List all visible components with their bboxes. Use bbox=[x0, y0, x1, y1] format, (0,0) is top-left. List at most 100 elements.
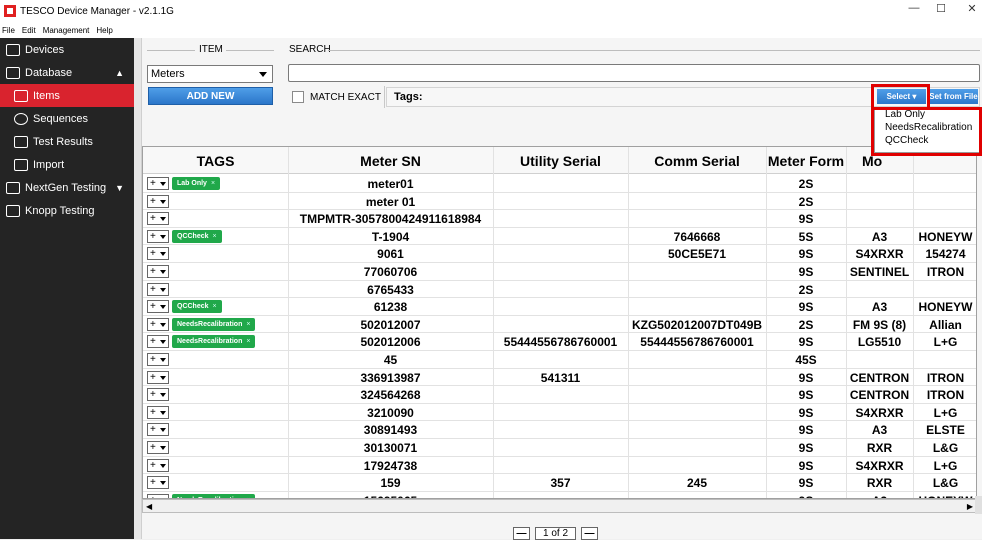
remove-tag-icon[interactable]: × bbox=[246, 321, 250, 328]
chevron-down-icon: ▼ bbox=[115, 183, 124, 193]
match-exact-label: MATCH EXACT bbox=[310, 92, 381, 103]
sidebar-item-label: Knopp Testing bbox=[25, 205, 95, 217]
table-row[interactable]: +3245642689SCENTRONITRON bbox=[143, 386, 977, 404]
comm-serial-cell: KZG502012007DT049B bbox=[628, 318, 766, 332]
column-header-utility-serial[interactable]: Utility Serial bbox=[493, 153, 628, 169]
sidebar-item-nextgen-testing[interactable]: NextGen Testing ▼ bbox=[0, 176, 134, 199]
items-table: TAGS Meter SN Utility Serial Comm Serial… bbox=[142, 146, 977, 499]
meter-form-cell: 2S bbox=[766, 177, 846, 191]
add-tag-button[interactable]: + bbox=[147, 177, 169, 190]
table-row[interactable]: +NeedsRecalibration×156950659SA3HONEYW bbox=[143, 492, 977, 499]
model-cell: CENTRON bbox=[846, 371, 913, 385]
menu-management[interactable]: Management bbox=[43, 26, 90, 35]
tag-badge: QCCheck× bbox=[172, 230, 222, 243]
add-tag-button[interactable]: + bbox=[147, 441, 169, 454]
divider bbox=[147, 50, 195, 51]
add-tag-button[interactable]: + bbox=[147, 247, 169, 260]
comm-serial-cell: 55444556786760001 bbox=[628, 335, 766, 349]
page-indicator[interactable]: 1 of 2 bbox=[535, 527, 576, 540]
table-row[interactable]: +308914939SA3ELSTE bbox=[143, 421, 977, 439]
horizontal-scrollbar[interactable]: ◀ ▶ bbox=[142, 499, 977, 513]
vertical-scrollbar[interactable] bbox=[975, 496, 982, 514]
add-tag-button[interactable]: + bbox=[147, 300, 169, 313]
menu-help[interactable]: Help bbox=[96, 26, 112, 35]
search-input[interactable] bbox=[288, 64, 980, 82]
add-tag-button[interactable]: + bbox=[147, 423, 169, 436]
menu-file[interactable]: File bbox=[2, 26, 15, 35]
add-tag-button[interactable]: + bbox=[147, 335, 169, 348]
table-row[interactable]: +770607069SSENTINELITRON bbox=[143, 263, 977, 281]
remove-tag-icon[interactable]: × bbox=[213, 303, 217, 310]
table-row[interactable]: +1593572459SRXRL&G bbox=[143, 474, 977, 492]
divider bbox=[384, 86, 385, 108]
add-tag-button[interactable]: + bbox=[147, 371, 169, 384]
add-tag-button[interactable]: + bbox=[147, 212, 169, 225]
scroll-right-icon[interactable]: ▶ bbox=[967, 502, 973, 511]
match-exact-checkbox[interactable] bbox=[292, 91, 304, 103]
add-new-button[interactable]: ADD NEW bbox=[148, 87, 273, 105]
manufacturer-cell: 154274 bbox=[913, 247, 977, 261]
table-row[interactable]: +meter 012S bbox=[143, 193, 977, 211]
add-tag-button[interactable]: + bbox=[147, 318, 169, 331]
table-row[interactable]: +NeedsRecalibration×502012007KZG50201200… bbox=[143, 316, 977, 334]
remove-tag-icon[interactable]: × bbox=[213, 233, 217, 240]
table-row[interactable]: +301300719SRXRL&G bbox=[143, 439, 977, 457]
remove-tag-icon[interactable]: × bbox=[211, 180, 215, 187]
sidebar-item-import[interactable]: Import bbox=[0, 153, 134, 176]
table-row[interactable]: +QCCheck×612389SA3HONEYW bbox=[143, 298, 977, 316]
remove-tag-icon[interactable]: × bbox=[246, 338, 250, 345]
table-row[interactable]: +NeedsRecalibration×50201200655444556786… bbox=[143, 333, 977, 351]
table-row[interactable]: +4545S bbox=[143, 351, 977, 369]
column-header-tags[interactable]: TAGS bbox=[143, 153, 288, 169]
sidebar-item-devices[interactable]: Devices bbox=[0, 38, 134, 61]
add-tag-button[interactable]: + bbox=[147, 406, 169, 419]
match-exact-toggle[interactable]: MATCH EXACT bbox=[288, 86, 381, 108]
close-button[interactable]: ✕ bbox=[962, 2, 982, 15]
knopp-icon bbox=[6, 205, 20, 217]
add-tag-button[interactable]: + bbox=[147, 459, 169, 472]
add-tag-button[interactable]: + bbox=[147, 388, 169, 401]
chevron-down-icon bbox=[160, 288, 166, 292]
sidebar-item-knopp-testing[interactable]: Knopp Testing bbox=[0, 199, 134, 222]
column-header-meter-sn[interactable]: Meter SN bbox=[288, 153, 493, 169]
table-row[interactable]: +Lab Only×meter012S bbox=[143, 175, 977, 193]
table-row[interactable]: +3369139875413119SCENTRONITRON bbox=[143, 369, 977, 387]
add-tag-button[interactable]: + bbox=[147, 265, 169, 278]
add-tag-button[interactable]: + bbox=[147, 230, 169, 243]
sidebar-item-test-results[interactable]: Test Results bbox=[0, 130, 134, 153]
table-row[interactable]: +QCCheck×T-190476466685SA3HONEYW bbox=[143, 228, 977, 246]
add-tag-button[interactable]: + bbox=[147, 195, 169, 208]
model-cell: RXR bbox=[846, 476, 913, 490]
item-type-select[interactable]: Meters bbox=[147, 65, 273, 83]
sidebar-item-label: Items bbox=[33, 90, 60, 102]
meter-sn-cell: 502012007 bbox=[288, 318, 493, 332]
column-header-comm-serial[interactable]: Comm Serial bbox=[628, 153, 766, 169]
set-from-file-button[interactable]: Set from File bbox=[929, 89, 978, 104]
splitter[interactable] bbox=[134, 38, 142, 539]
item-group-label: ITEM bbox=[199, 44, 223, 55]
sidebar-item-database[interactable]: Database ▲ bbox=[0, 61, 134, 84]
minimize-button[interactable]: — bbox=[904, 2, 924, 14]
sidebar-item-items[interactable]: Items bbox=[0, 84, 134, 107]
table-row[interactable]: +67654332S bbox=[143, 281, 977, 299]
comm-serial-cell: 50CE5E71 bbox=[628, 247, 766, 261]
menu-edit[interactable]: Edit bbox=[22, 26, 36, 35]
meter-sn-cell: meter01 bbox=[288, 177, 493, 191]
add-tag-button[interactable]: + bbox=[147, 283, 169, 296]
prev-page-button[interactable]: — bbox=[513, 527, 530, 540]
next-page-button[interactable]: — bbox=[581, 527, 598, 540]
add-tag-button[interactable]: + bbox=[147, 353, 169, 366]
meter-sn-cell: 61238 bbox=[288, 300, 493, 314]
scroll-left-icon[interactable]: ◀ bbox=[146, 502, 152, 511]
add-tag-button[interactable]: + bbox=[147, 476, 169, 489]
table-row[interactable]: +TMPMTR-30578004249116189849S bbox=[143, 210, 977, 228]
manufacturer-cell: L&G bbox=[913, 441, 977, 455]
column-header-meter-form[interactable]: Meter Form bbox=[766, 153, 846, 169]
table-row[interactable]: +179247389SS4XRXRL+G bbox=[143, 457, 977, 475]
meter-sn-cell: 45 bbox=[288, 353, 493, 367]
sidebar-item-sequences[interactable]: Sequences bbox=[0, 107, 134, 130]
maximize-button[interactable]: ☐ bbox=[931, 2, 951, 15]
table-row[interactable]: +906150CE5E719SS4XRXR154274 bbox=[143, 245, 977, 263]
table-row[interactable]: +32100909SS4XRXRL+G bbox=[143, 404, 977, 422]
meter-sn-cell: 77060706 bbox=[288, 265, 493, 279]
